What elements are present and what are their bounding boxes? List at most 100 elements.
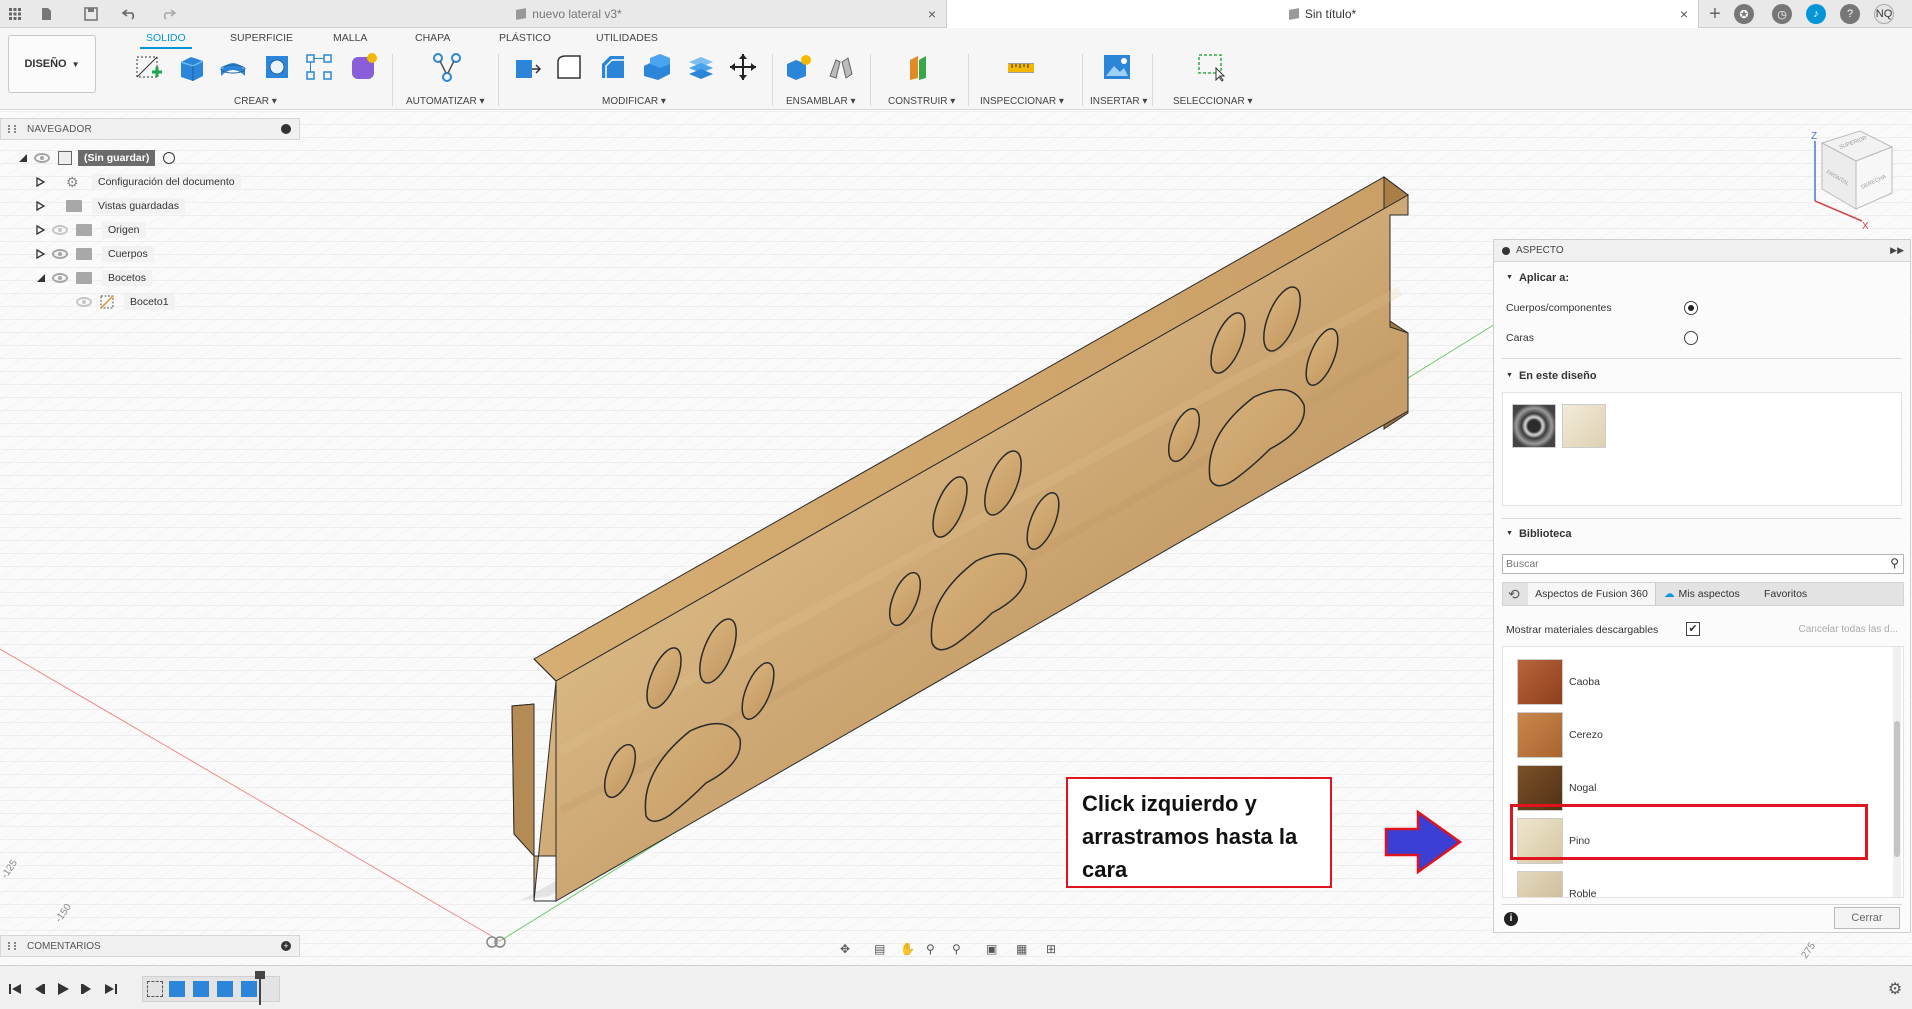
section-apply-to[interactable]: Aplicar a: bbox=[1506, 272, 1569, 284]
radio-bodies-components[interactable] bbox=[1684, 301, 1698, 315]
hidden-eye-icon[interactable] bbox=[76, 297, 92, 307]
tab-malla[interactable]: MALLA bbox=[333, 32, 367, 44]
appearance-thumb-pine[interactable] bbox=[1562, 404, 1606, 448]
automate-branch-icon[interactable] bbox=[432, 52, 462, 82]
nav-root-row[interactable]: (Sin guardar) bbox=[18, 148, 176, 168]
collapse-panel-icon[interactable] bbox=[281, 124, 291, 134]
info-icon[interactable]: i bbox=[1504, 912, 1518, 926]
undo-icon[interactable] bbox=[116, 5, 144, 23]
go-to-end-icon[interactable] bbox=[102, 980, 120, 998]
close-tab-icon[interactable]: × bbox=[928, 6, 936, 22]
group-automatizar[interactable]: AUTOMATIZAR ▾ bbox=[406, 96, 485, 107]
comments-panel-header[interactable]: COMENTARIOS + bbox=[0, 935, 300, 957]
nav-item-bodies[interactable]: Cuerpos bbox=[36, 244, 154, 264]
press-pull-icon[interactable] bbox=[512, 52, 542, 82]
scrollbar-thumb[interactable] bbox=[1894, 721, 1900, 857]
expanded-triangle-icon[interactable] bbox=[18, 153, 28, 163]
expanded-triangle-icon[interactable] bbox=[36, 273, 46, 283]
drag-handle-icon[interactable] bbox=[8, 125, 16, 133]
doc-tab-nuevo-lateral[interactable]: nuevo lateral v3* × bbox=[192, 0, 947, 28]
user-avatar[interactable]: NQ bbox=[1874, 4, 1894, 24]
redo-icon[interactable] bbox=[154, 5, 182, 23]
step-forward-icon[interactable] bbox=[78, 980, 96, 998]
nav-item-sketches[interactable]: Bocetos bbox=[36, 268, 152, 288]
nav-item-document-settings[interactable]: ⚙ Configuración del documento bbox=[36, 172, 241, 192]
close-tab-icon[interactable]: × bbox=[1680, 6, 1688, 22]
display-mode-icon[interactable]: ▣ bbox=[986, 942, 997, 956]
group-inspeccionar[interactable]: INSPECCIONAR ▾ bbox=[980, 96, 1064, 107]
form-sculpt-icon[interactable] bbox=[348, 52, 378, 82]
timeline-feature-icon[interactable] bbox=[217, 981, 233, 997]
go-to-start-icon[interactable] bbox=[6, 980, 24, 998]
tab-solido[interactable]: SOLIDO bbox=[146, 32, 186, 44]
help-icon[interactable]: ? bbox=[1840, 4, 1860, 24]
pan-hand-icon[interactable]: ✋ bbox=[900, 942, 915, 956]
timeline-marker-handle[interactable] bbox=[255, 971, 265, 979]
hidden-eye-icon[interactable] bbox=[52, 225, 68, 235]
play-icon[interactable] bbox=[54, 980, 72, 998]
timeline-feature-icon[interactable] bbox=[241, 981, 257, 997]
extrude-box-icon[interactable] bbox=[176, 52, 206, 82]
timeline-settings-gear-icon[interactable]: ⚙ bbox=[1886, 980, 1904, 998]
appearance-thumb-steel[interactable] bbox=[1512, 404, 1556, 448]
collapsed-triangle-icon[interactable] bbox=[36, 177, 46, 187]
library-search-input[interactable] bbox=[1503, 555, 1863, 573]
activate-radio-icon[interactable] bbox=[163, 152, 176, 164]
move-copy-icon[interactable] bbox=[728, 52, 758, 82]
revolve-icon[interactable] bbox=[218, 52, 248, 82]
workspace-switcher-button[interactable]: DISEÑO ▼ bbox=[8, 35, 96, 93]
expand-panel-icon[interactable]: ▶▶ bbox=[1890, 245, 1904, 256]
tab-utilidades[interactable]: UTILIDADES bbox=[596, 32, 658, 44]
grid-settings-icon[interactable]: ▦ bbox=[1016, 942, 1027, 956]
group-seleccionar[interactable]: SELECCIONAR ▾ bbox=[1173, 96, 1253, 107]
zoom-icon[interactable]: ⚲ bbox=[926, 942, 935, 956]
job-status-clock-icon[interactable]: ◷ bbox=[1772, 4, 1792, 24]
nav-item-saved-views[interactable]: Vistas guardadas bbox=[36, 196, 185, 216]
tab-my-appearances[interactable]: ☁ Mis aspectos bbox=[1664, 583, 1740, 605]
group-ensamblar[interactable]: ENSAMBLAR ▾ bbox=[786, 96, 856, 107]
visibility-eye-icon[interactable] bbox=[52, 249, 68, 259]
material-item-roble[interactable]: Roble bbox=[1517, 867, 1873, 897]
file-menu-icon[interactable] bbox=[38, 5, 56, 23]
joint-icon[interactable] bbox=[826, 52, 856, 82]
new-component-icon[interactable] bbox=[784, 52, 814, 82]
drag-handle-icon[interactable] bbox=[8, 942, 16, 950]
shell-icon[interactable] bbox=[642, 52, 672, 82]
radio-faces[interactable] bbox=[1684, 331, 1698, 345]
extensions-icon[interactable]: ✪ bbox=[1734, 4, 1754, 24]
group-construir[interactable]: CONSTRUIR ▾ bbox=[888, 96, 955, 107]
save-icon[interactable] bbox=[82, 5, 100, 23]
fillet-icon[interactable] bbox=[554, 52, 584, 82]
timeline-sketch-icon[interactable] bbox=[147, 981, 163, 997]
offset-plane-icon[interactable] bbox=[906, 52, 936, 82]
search-icon[interactable]: ⚲ bbox=[1890, 556, 1899, 570]
collapsed-triangle-icon[interactable] bbox=[36, 249, 46, 259]
nav-item-origin[interactable]: Origen bbox=[36, 220, 146, 240]
group-modificar[interactable]: MODIFICAR ▾ bbox=[602, 96, 666, 107]
timeline-feature-icon[interactable] bbox=[193, 981, 209, 997]
step-back-icon[interactable] bbox=[30, 980, 48, 998]
library-search-box[interactable]: ⚲ bbox=[1502, 554, 1904, 574]
tab-superficie[interactable]: SUPERFICIE bbox=[230, 32, 293, 44]
add-comment-icon[interactable]: + bbox=[281, 941, 291, 951]
apps-grid-icon[interactable] bbox=[6, 5, 24, 23]
look-at-icon[interactable]: ▤ bbox=[874, 942, 885, 956]
appearance-panel-header[interactable]: ASPECTO ▶▶ bbox=[1494, 240, 1910, 262]
material-list-scrollbar[interactable] bbox=[1893, 647, 1901, 897]
cancel-all-downloads-link[interactable]: Cancelar todas las d... bbox=[1799, 624, 1899, 635]
refresh-icon[interactable]: ⟲ bbox=[1508, 586, 1520, 603]
new-tab-plus-icon[interactable]: + bbox=[1706, 3, 1724, 25]
group-insertar[interactable]: INSERTAR ▾ bbox=[1090, 96, 1147, 107]
navigator-panel-header[interactable]: NAVEGADOR bbox=[0, 118, 300, 140]
nav-item-sketch1[interactable]: Boceto1 bbox=[76, 292, 175, 312]
viewports-icon[interactable]: ⊞ bbox=[1046, 942, 1056, 956]
measure-ruler-icon[interactable] bbox=[1006, 52, 1036, 82]
material-item-caoba[interactable]: Caoba bbox=[1517, 655, 1873, 709]
select-window-icon[interactable] bbox=[1196, 52, 1226, 82]
notifications-bell-icon[interactable]: ♪ bbox=[1806, 4, 1826, 24]
tab-chapa[interactable]: CHAPA bbox=[415, 32, 450, 44]
visibility-eye-icon[interactable] bbox=[34, 153, 50, 163]
create-sketch-icon[interactable] bbox=[134, 52, 164, 82]
tab-fusion-appearances[interactable]: Aspectos de Fusion 360 bbox=[1528, 583, 1656, 605]
tab-plastico[interactable]: PLÁSTICO bbox=[499, 32, 551, 44]
